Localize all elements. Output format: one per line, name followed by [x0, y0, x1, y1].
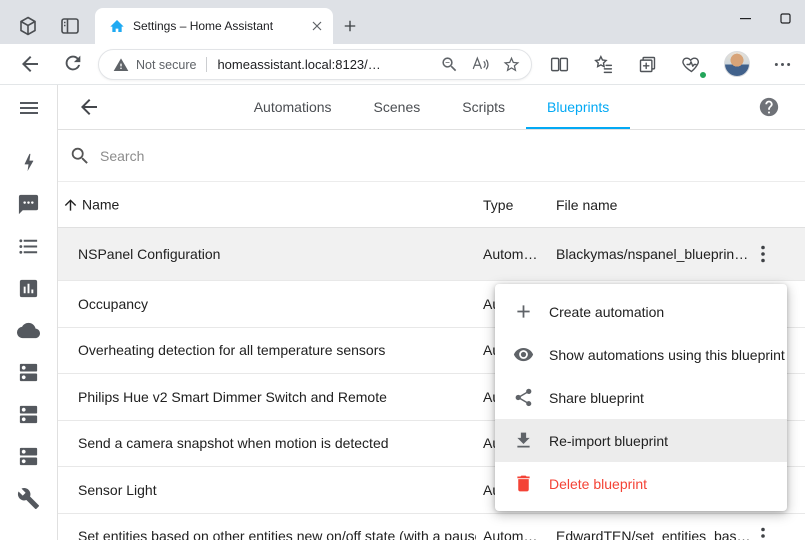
- eye-icon: [513, 344, 534, 365]
- row-name: Overheating detection for all temperatur…: [78, 342, 476, 358]
- row-overflow-menu-icon[interactable]: [751, 524, 775, 540]
- column-header-type[interactable]: Type: [483, 197, 513, 213]
- row-name: NSPanel Configuration: [78, 246, 476, 262]
- favorites-icon[interactable]: [593, 54, 617, 78]
- column-header-name[interactable]: Name: [62, 196, 119, 213]
- workspaces-icon[interactable]: [16, 14, 40, 38]
- ha-nav-tabs: Automations Scenes Scripts Blueprints: [58, 85, 805, 129]
- row-type: Autom…: [483, 246, 547, 262]
- new-tab-button[interactable]: [341, 17, 359, 35]
- menu-item-label: Share blueprint: [549, 390, 644, 406]
- essentials-status-dot: [699, 71, 707, 79]
- energy-bolt-icon[interactable]: [17, 151, 41, 175]
- browser-tab[interactable]: Settings – Home Assistant: [95, 8, 333, 44]
- tab-blueprints-label: Blueprints: [547, 99, 609, 115]
- table-row[interactable]: NSPanel Configuration Autom… Blackymas/n…: [58, 228, 805, 281]
- maximize-button[interactable]: [765, 0, 805, 36]
- menu-item-delete-blueprint[interactable]: Delete blueprint: [495, 462, 787, 505]
- menu-item-label: Create automation: [549, 304, 664, 320]
- column-name-label: Name: [82, 197, 119, 213]
- assist-chat-icon[interactable]: [17, 193, 41, 217]
- row-name: Send a camera snapshot when motion is de…: [78, 435, 476, 451]
- tab-automations[interactable]: Automations: [233, 85, 353, 129]
- ha-back-icon[interactable]: [77, 95, 101, 119]
- vertical-tabs-icon[interactable]: [58, 14, 82, 38]
- row-file: EdwardTEN/set_entities_bas…: [556, 528, 754, 540]
- row-name: Set entities based on other entities new…: [78, 528, 476, 540]
- split-screen-icon[interactable]: [549, 54, 573, 78]
- window-controls: [725, 0, 805, 36]
- download-icon: [513, 430, 534, 451]
- sort-ascending-icon: [62, 196, 79, 213]
- trash-icon: [513, 473, 534, 494]
- search-row: [58, 130, 805, 182]
- address-bar[interactable]: Not secure homeassistant.local:8123/…: [98, 49, 532, 80]
- tab-scenes-label: Scenes: [374, 99, 421, 115]
- menu-item-label: Delete blueprint: [549, 476, 647, 492]
- tab-blueprints[interactable]: Blueprints: [526, 85, 630, 129]
- favorite-star-icon[interactable]: [502, 55, 521, 74]
- menu-item-create-automation[interactable]: Create automation: [495, 290, 787, 333]
- menu-item-share-blueprint[interactable]: Share blueprint: [495, 376, 787, 419]
- logbook-list-icon[interactable]: [17, 235, 41, 259]
- row-name: Sensor Light: [78, 482, 476, 498]
- tab-scripts-label: Scripts: [462, 99, 505, 115]
- menu-item-label: Re-import blueprint: [549, 433, 668, 449]
- tab-scripts[interactable]: Scripts: [441, 85, 526, 129]
- url-text[interactable]: homeassistant.local:8123/…: [217, 57, 428, 72]
- table-header: Name Type File name: [58, 182, 805, 228]
- server-icon-1[interactable]: [17, 361, 41, 385]
- refresh-icon[interactable]: [62, 52, 86, 76]
- row-name: Philips Hue v2 Smart Dimmer Switch and R…: [78, 389, 476, 405]
- tab-automations-label: Automations: [254, 99, 332, 115]
- row-name: Occupancy: [78, 296, 476, 312]
- security-label[interactable]: Not secure: [136, 58, 196, 72]
- ha-header: Automations Scenes Scripts Blueprints: [58, 85, 805, 130]
- browser-titlebar: Settings – Home Assistant: [0, 0, 805, 44]
- menu-item-show-automations[interactable]: Show automations using this blueprint: [495, 333, 787, 376]
- history-chart-icon[interactable]: [17, 277, 41, 301]
- collections-icon[interactable]: [637, 54, 661, 78]
- help-icon[interactable]: [758, 96, 780, 118]
- share-icon: [513, 387, 534, 408]
- back-icon[interactable]: [18, 52, 42, 76]
- search-icon: [69, 145, 91, 167]
- menu-icon[interactable]: [17, 96, 41, 120]
- tools-wrench-icon[interactable]: [17, 487, 41, 511]
- cloud-icon[interactable]: [17, 319, 41, 343]
- row-type: Autom…: [483, 528, 547, 540]
- column-header-file[interactable]: File name: [556, 197, 617, 213]
- server-icon-3[interactable]: [17, 445, 41, 469]
- tab-close-icon[interactable]: [309, 18, 325, 34]
- menu-item-reimport-blueprint[interactable]: Re-import blueprint: [495, 419, 787, 462]
- omnibox-divider: [206, 57, 207, 72]
- menu-item-label: Show automations using this blueprint: [549, 347, 785, 363]
- server-icon-2[interactable]: [17, 403, 41, 427]
- plus-icon: [513, 301, 534, 322]
- row-file: Blackymas/nspanel_blueprin…: [556, 246, 754, 262]
- blueprint-context-menu: Create automation Show automations using…: [495, 284, 787, 511]
- browser-toolbar: Not secure homeassistant.local:8123/…: [0, 44, 805, 85]
- browser-essentials-icon[interactable]: [681, 54, 705, 78]
- zoom-out-icon[interactable]: [440, 55, 459, 74]
- minimize-button[interactable]: [725, 0, 765, 36]
- search-input[interactable]: [100, 143, 500, 169]
- tab-title: Settings – Home Assistant: [133, 19, 303, 33]
- not-secure-warning-icon: [113, 57, 129, 73]
- browser-window: Settings – Home Assistant: [0, 0, 805, 540]
- ha-sidebar: [0, 85, 58, 540]
- table-row[interactable]: Set entities based on other entities new…: [58, 514, 805, 540]
- home-assistant-favicon: [109, 18, 125, 34]
- more-options-icon[interactable]: [772, 54, 796, 78]
- tab-scenes[interactable]: Scenes: [353, 85, 442, 129]
- read-aloud-icon[interactable]: [471, 55, 490, 74]
- profile-avatar[interactable]: [724, 51, 750, 77]
- row-overflow-menu-icon[interactable]: [751, 242, 775, 266]
